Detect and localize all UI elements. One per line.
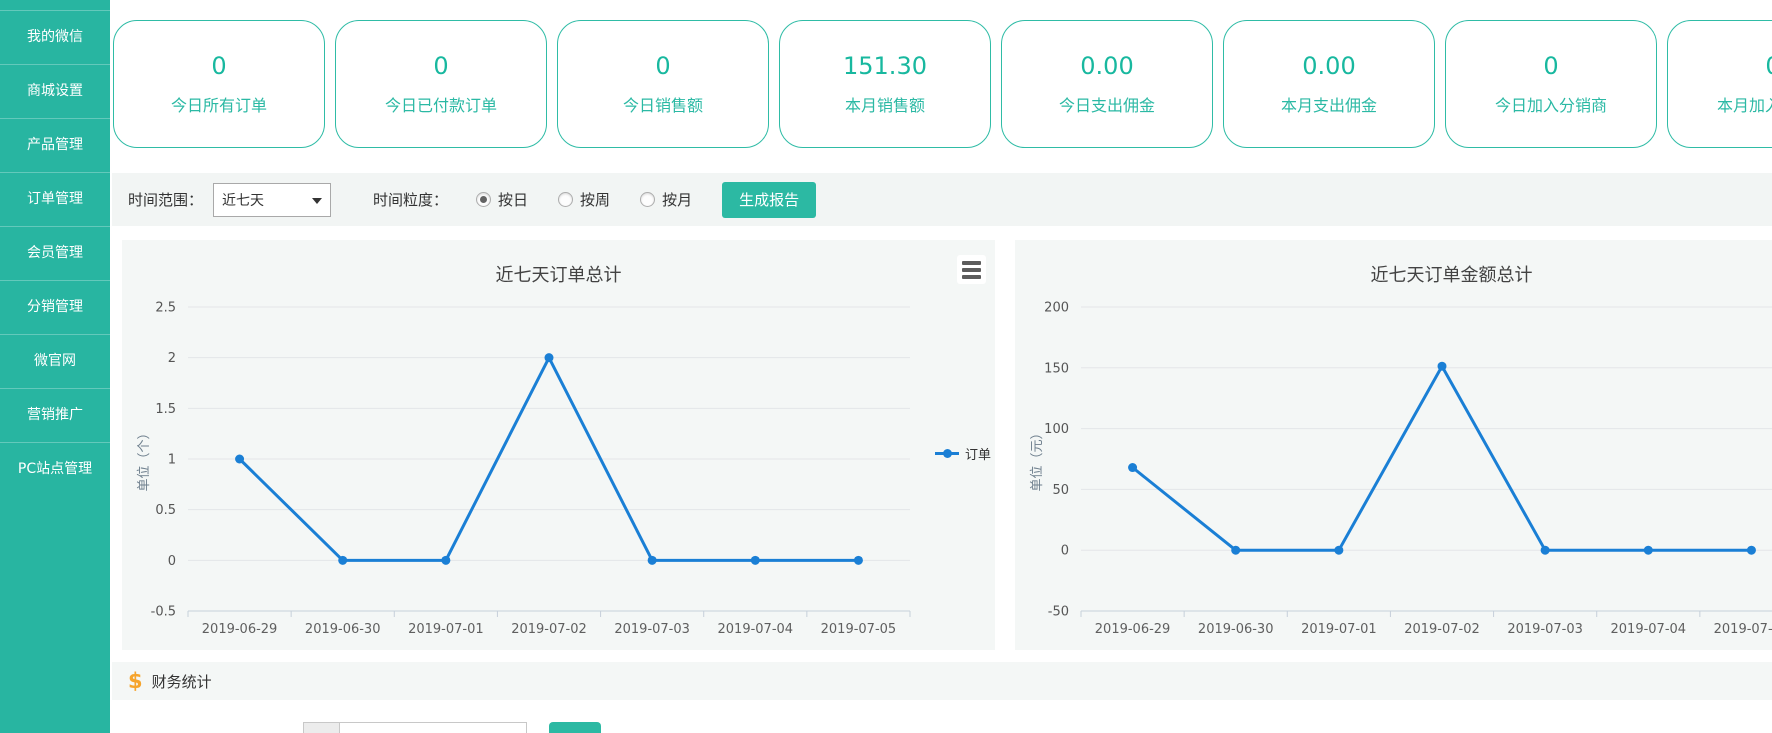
stat-cards-row: 0 今日所有订单 0 今日已付款订单 0 今日销售额 151.30 本月销售额 0.00 今日支出… [113, 20, 1772, 148]
time-range-label: 时间范围： [128, 189, 203, 210]
radio-icon[interactable] [558, 192, 573, 207]
main-content: 0 今日所有订单 0 今日已付款订单 0 今日销售额 151.30 本月销售额 0.00 今日支出… [110, 0, 1772, 733]
svg-text:0: 0 [168, 554, 176, 569]
svg-text:200: 200 [1044, 301, 1069, 316]
stat-card: 0 今日加入分销商 [1445, 20, 1657, 148]
sidebar-item-8[interactable]: PC站点管理 [0, 442, 110, 496]
time-range-select[interactable]: 近七天 [213, 183, 331, 217]
finance-controls [303, 722, 601, 733]
svg-text:-50: -50 [1048, 605, 1069, 620]
svg-text:150: 150 [1044, 361, 1069, 376]
radio-granularity-2[interactable]: 按月 [640, 189, 692, 210]
sidebar: 我的微信商城设置产品管理订单管理会员管理分销管理微官网营销推广PC站点管理 [0, 0, 110, 733]
radio-granularity-1[interactable]: 按周 [558, 189, 610, 210]
sidebar-item-3[interactable]: 订单管理 [0, 172, 110, 226]
granularity-radios: 按日 按周 按月 [476, 189, 692, 210]
sidebar-item-2[interactable]: 产品管理 [0, 118, 110, 172]
svg-text:2019-07-03: 2019-07-03 [1507, 622, 1583, 637]
charts-row: 近七天订单总计-0.500.511.522.52019-06-292019-06… [122, 240, 1772, 650]
svg-text:单位（元）: 单位（元） [1030, 426, 1045, 491]
svg-text:0.5: 0.5 [155, 503, 176, 518]
legend-label: 订单 [965, 444, 991, 463]
stat-card: 0 本月加入分销商 [1667, 20, 1772, 148]
svg-text:2: 2 [168, 351, 176, 366]
stat-card: 0 今日所有订单 [113, 20, 325, 148]
stat-card-label: 今日销售额 [623, 92, 703, 116]
svg-text:100: 100 [1044, 422, 1069, 437]
svg-text:0: 0 [1061, 544, 1069, 559]
stat-card-label: 今日已付款订单 [385, 92, 497, 116]
sidebar-item-6[interactable]: 微官网 [0, 334, 110, 388]
legend-item[interactable]: 订单 [935, 444, 991, 463]
svg-text:2019-07-05: 2019-07-05 [1714, 622, 1772, 637]
line-chart: -50 0 50 100 150 200 2019-06-29 2019-06-30 2019-… [1015, 240, 1772, 650]
svg-text:单位（个）: 单位（个） [137, 426, 152, 491]
radio-label: 按月 [662, 189, 692, 210]
stat-card: 151.30 本月销售额 [779, 20, 991, 148]
svg-text:2019-07-04: 2019-07-04 [718, 622, 794, 637]
stat-card-label: 今日支出佣金 [1059, 92, 1155, 116]
sidebar-item-5[interactable]: 分销管理 [0, 280, 110, 334]
chevron-down-icon [312, 198, 322, 204]
stat-card-label: 今日加入分销商 [1495, 92, 1607, 116]
stat-card: 0 今日销售额 [557, 20, 769, 148]
chart-panel-1: 近七天订单金额总计-500501001502002019-06-292019-0… [1015, 240, 1772, 650]
svg-text:-0.5: -0.5 [151, 605, 176, 620]
stat-card-value: 151.30 [843, 52, 927, 80]
svg-text:2019-06-29: 2019-06-29 [202, 622, 278, 637]
sidebar-item-1[interactable]: 商城设置 [0, 64, 110, 118]
svg-text:2019-07-04: 2019-07-04 [1611, 622, 1687, 637]
sidebar-item-0[interactable]: 我的微信 [0, 10, 110, 64]
sidebar-item-4[interactable]: 会员管理 [0, 226, 110, 280]
svg-text:2019-07-01: 2019-07-01 [1301, 622, 1377, 637]
stat-card-value: 0 [1765, 52, 1772, 80]
chart-panel-0: 近七天订单总计-0.500.511.522.52019-06-292019-06… [122, 240, 995, 650]
svg-text:2019-06-30: 2019-06-30 [1198, 622, 1274, 637]
filter-bar: 时间范围： 近七天 时间粒度： 按日 按周 按月 生成报告 [112, 173, 1772, 226]
input-addon [303, 722, 340, 733]
line-chart: -0.5 0 0.5 1 1.5 2 2.5 2019-06-29 2019-06-30 2019… [122, 240, 995, 650]
dollar-icon: $ [128, 671, 143, 692]
stat-card-value: 0.00 [1080, 52, 1133, 80]
stat-card-value: 0 [655, 52, 670, 80]
stat-card-value: 0 [211, 52, 226, 80]
svg-text:2019-06-29: 2019-06-29 [1095, 622, 1171, 637]
svg-text:1.5: 1.5 [155, 402, 176, 417]
stat-card: 0 今日已付款订单 [335, 20, 547, 148]
stat-card-label: 本月销售额 [845, 92, 925, 116]
svg-text:2.5: 2.5 [155, 301, 176, 316]
legend-marker-icon [935, 452, 959, 455]
app-root: 我的微信商城设置产品管理订单管理会员管理分销管理微官网营销推广PC站点管理 0 今… [0, 0, 1772, 733]
radio-granularity-0[interactable]: 按日 [476, 189, 528, 210]
svg-text:2019-06-30: 2019-06-30 [305, 622, 381, 637]
svg-text:1: 1 [168, 453, 176, 468]
svg-text:2019-07-03: 2019-07-03 [614, 622, 690, 637]
sidebar-item-7[interactable]: 营销推广 [0, 388, 110, 442]
svg-text:2019-07-02: 2019-07-02 [511, 622, 587, 637]
svg-text:50: 50 [1052, 483, 1069, 498]
radio-label: 按日 [498, 189, 528, 210]
stat-card-value: 0.00 [1302, 52, 1355, 80]
stat-card-label: 本月支出佣金 [1281, 92, 1377, 116]
granularity-label: 时间粒度： [373, 189, 448, 210]
stat-card-value: 0 [1543, 52, 1558, 80]
finance-section-title: 财务统计 [152, 671, 212, 692]
stat-card: 0.00 今日支出佣金 [1001, 20, 1213, 148]
stat-card-label: 今日所有订单 [171, 92, 267, 116]
svg-text:2019-07-05: 2019-07-05 [821, 622, 897, 637]
radio-selected-icon[interactable] [476, 192, 491, 207]
stat-card-label: 本月加入分销商 [1717, 92, 1772, 116]
radio-icon[interactable] [640, 192, 655, 207]
stat-card-value: 0 [433, 52, 448, 80]
generate-report-button[interactable]: 生成报告 [722, 182, 816, 218]
time-range-value: 近七天 [222, 190, 264, 210]
stat-card: 0.00 本月支出佣金 [1223, 20, 1435, 148]
svg-text:2019-07-02: 2019-07-02 [1404, 622, 1480, 637]
svg-text:2019-07-01: 2019-07-01 [408, 622, 484, 637]
radio-label: 按周 [580, 189, 610, 210]
finance-section-header: $ 财务统计 [112, 662, 1772, 700]
finance-action-button[interactable] [549, 722, 601, 733]
finance-input[interactable] [340, 722, 527, 733]
